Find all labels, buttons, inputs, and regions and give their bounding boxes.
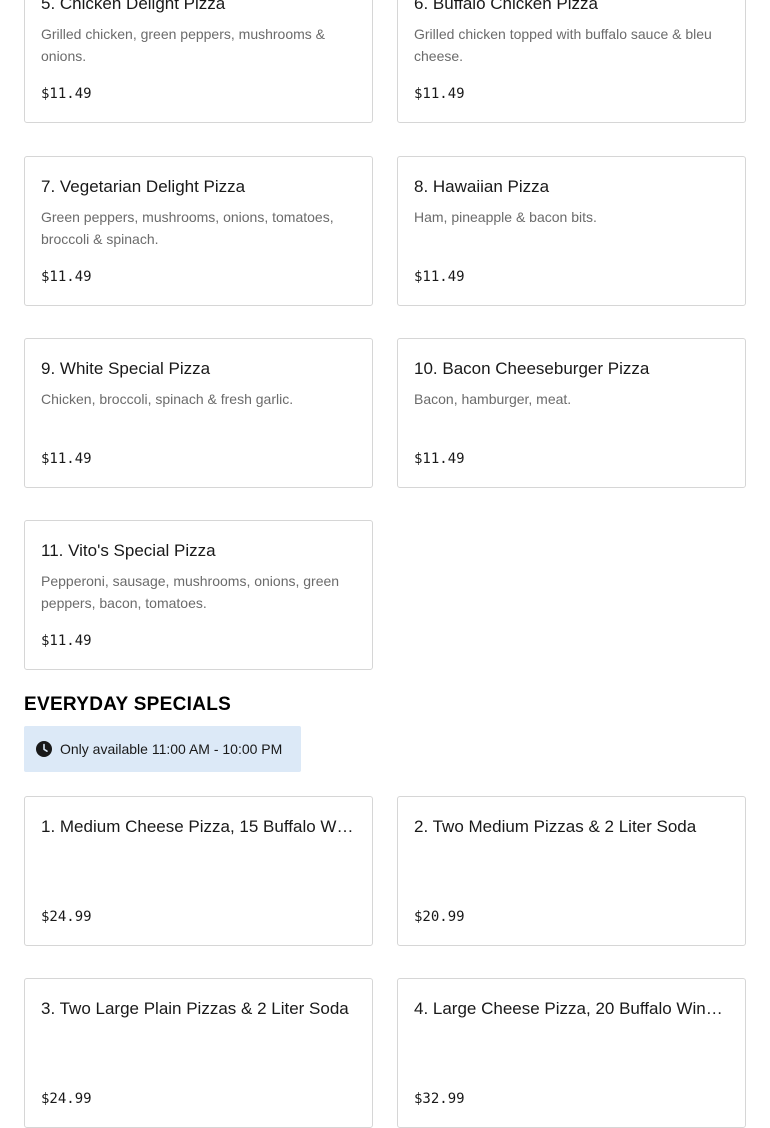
menu-item-card[interactable]: 6. Buffalo Chicken Pizza Grilled chicken… <box>397 0 746 123</box>
menu-item-card[interactable]: 5. Chicken Delight Pizza Grilled chicken… <box>24 0 373 123</box>
menu-item-price: $11.49 <box>414 86 465 102</box>
menu-item-price: $11.49 <box>414 269 465 285</box>
special-item-price: $24.99 <box>41 1091 92 1107</box>
menu-item-price: $11.49 <box>41 633 92 649</box>
menu-item-title: 5. Chicken Delight Pizza <box>41 0 226 13</box>
special-item-title: 4. Large Cheese Pizza, 20 Buffalo Wings … <box>414 999 729 1018</box>
menu-item-title: 7. Vegetarian Delight Pizza <box>41 177 246 196</box>
menu-item-card[interactable]: 9. White Special Pizza Chicken, broccoli… <box>24 338 373 488</box>
menu-item-price: $11.49 <box>41 451 92 467</box>
menu-item-description: Grilled chicken topped with buffalo sauc… <box>414 26 712 64</box>
clock-icon <box>36 741 52 757</box>
menu-item-description: Pepperoni, sausage, mushrooms, onions, g… <box>41 573 340 611</box>
menu-item-title: 9. White Special Pizza <box>41 359 211 378</box>
menu-item-price: $11.49 <box>414 451 465 467</box>
special-item-card[interactable]: 1. Medium Cheese Pizza, 15 Buffalo Wings… <box>24 796 373 946</box>
menu-item-title: 11. Vito's Special Pizza <box>41 541 216 560</box>
menu-item-card[interactable]: 10. Bacon Cheeseburger Pizza Bacon, hamb… <box>397 338 746 488</box>
special-item-card[interactable]: 2. Two Medium Pizzas & 2 Liter Soda $20.… <box>397 796 746 946</box>
availability-text: Only available 11:00 AM - 10:00 PM <box>60 741 283 757</box>
menu-item-description: Bacon, hamburger, meat. <box>414 391 572 407</box>
special-item-price: $20.99 <box>414 909 465 925</box>
menu-item-card[interactable]: 8. Hawaiian Pizza Ham, pineapple & bacon… <box>397 156 746 306</box>
menu-item-card[interactable]: 11. Vito's Special Pizza Pepperoni, saus… <box>24 520 373 670</box>
menu-item-price: $11.49 <box>41 269 92 285</box>
menu-item-price: $11.49 <box>41 86 92 102</box>
section-title: EVERYDAY SPECIALS <box>24 694 232 715</box>
special-item-title: 3. Two Large Plain Pizzas & 2 Liter Soda <box>41 999 349 1018</box>
menu-item-description: Grilled chicken, green peppers, mushroom… <box>41 26 326 64</box>
menu-item-description: Chicken, broccoli, spinach & fresh garli… <box>41 391 294 407</box>
special-item-title: 1. Medium Cheese Pizza, 15 Buffalo Wings… <box>41 817 356 836</box>
menu-item-description: Green peppers, mushrooms, onions, tomato… <box>41 209 334 247</box>
menu-item-card[interactable]: 7. Vegetarian Delight Pizza Green pepper… <box>24 156 373 306</box>
menu-item-title: 10. Bacon Cheeseburger Pizza <box>414 359 650 378</box>
menu-item-title: 8. Hawaiian Pizza <box>414 177 550 196</box>
special-item-title: 2. Two Medium Pizzas & 2 Liter Soda <box>414 817 697 836</box>
menu-item-description: Ham, pineapple & bacon bits. <box>414 209 597 225</box>
special-item-price: $24.99 <box>41 909 92 925</box>
menu-item-title: 6. Buffalo Chicken Pizza <box>414 0 598 13</box>
special-item-card[interactable]: 4. Large Cheese Pizza, 20 Buffalo Wings … <box>397 978 746 1128</box>
special-item-card[interactable]: 3. Two Large Plain Pizzas & 2 Liter Soda… <box>24 978 373 1128</box>
availability-banner: Only available 11:00 AM - 10:00 PM <box>24 726 301 772</box>
special-item-price: $32.99 <box>414 1091 465 1107</box>
